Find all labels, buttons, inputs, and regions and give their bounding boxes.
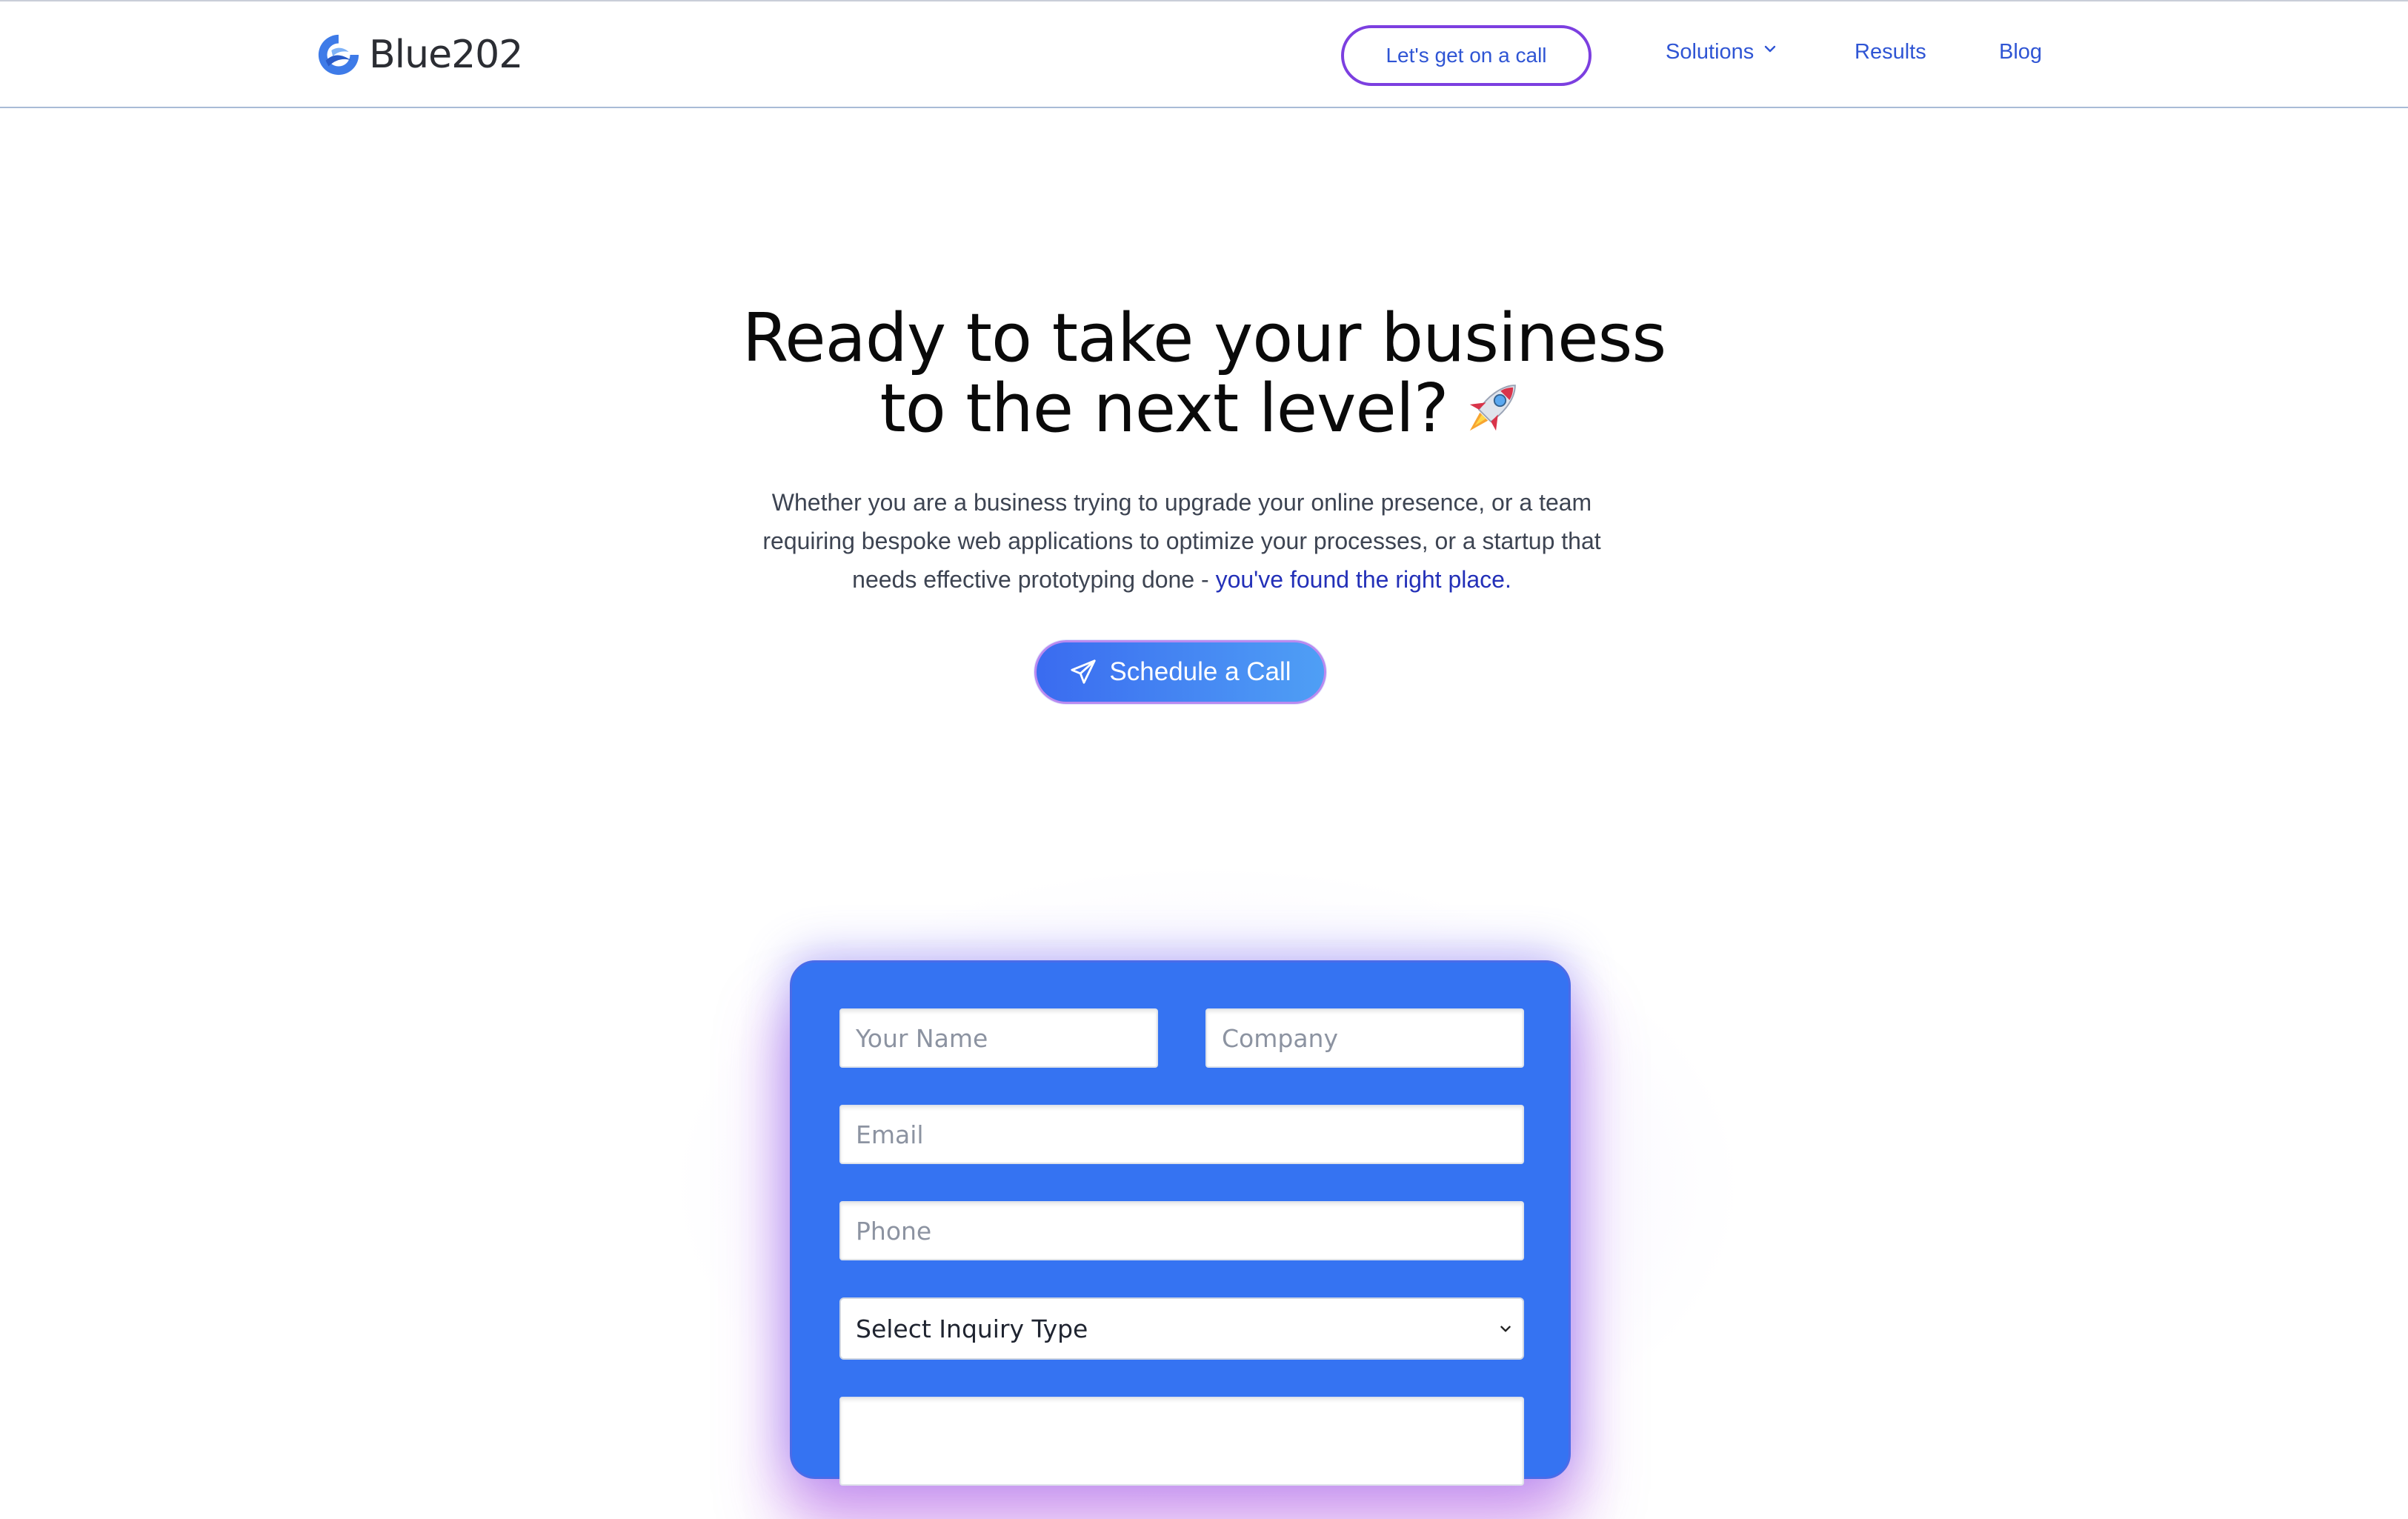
logo-icon [318, 34, 359, 76]
brand-logo[interactable]: Blue202 [316, 31, 523, 79]
hero-description: Whether you are a business trying to upg… [737, 483, 1626, 599]
hero-title-line-2: to the next level? [879, 370, 1449, 448]
lets-get-on-a-call-button[interactable]: Let's get on a call [1341, 25, 1592, 86]
rocket-icon [1469, 385, 1516, 431]
top-nav: Blue202 Let's get on a call Solutions Re… [0, 0, 2408, 108]
chevron-down-icon [1500, 1326, 1511, 1332]
email-input[interactable]: Email [839, 1105, 1524, 1164]
name-input[interactable]: Your Name [839, 1008, 1158, 1068]
nav-solutions-label: Solutions [1666, 40, 1755, 64]
message-textarea[interactable] [839, 1397, 1524, 1486]
inquiry-type-value: Select Inquiry Type [856, 1314, 1088, 1343]
hero-title: Ready to take your business to the next … [463, 305, 1945, 443]
schedule-a-call-button[interactable]: Schedule a Call [1034, 640, 1326, 704]
hero-title-line-1: Ready to take your business [742, 299, 1667, 377]
contact-form: Your Name Company Email Phone Select Inq… [790, 960, 1571, 1486]
inquiry-type-select[interactable]: Select Inquiry Type [839, 1297, 1524, 1360]
nav-blog[interactable]: Blog [1999, 40, 2042, 64]
hero-title-line-2-wrap: to the next level? [463, 372, 1945, 443]
schedule-a-call-label: Schedule a Call [1109, 657, 1291, 686]
chevron-down-icon [1765, 45, 1776, 52]
brand-name: Blue202 [369, 33, 523, 77]
nav-results[interactable]: Results [1855, 40, 1926, 64]
nav-solutions[interactable]: Solutions [1666, 40, 1777, 64]
hero-description-highlight: you've found the right place. [1215, 566, 1511, 593]
phone-input[interactable]: Phone [839, 1201, 1524, 1260]
company-input[interactable]: Company [1205, 1008, 1524, 1068]
paper-plane-icon [1071, 659, 1097, 684]
